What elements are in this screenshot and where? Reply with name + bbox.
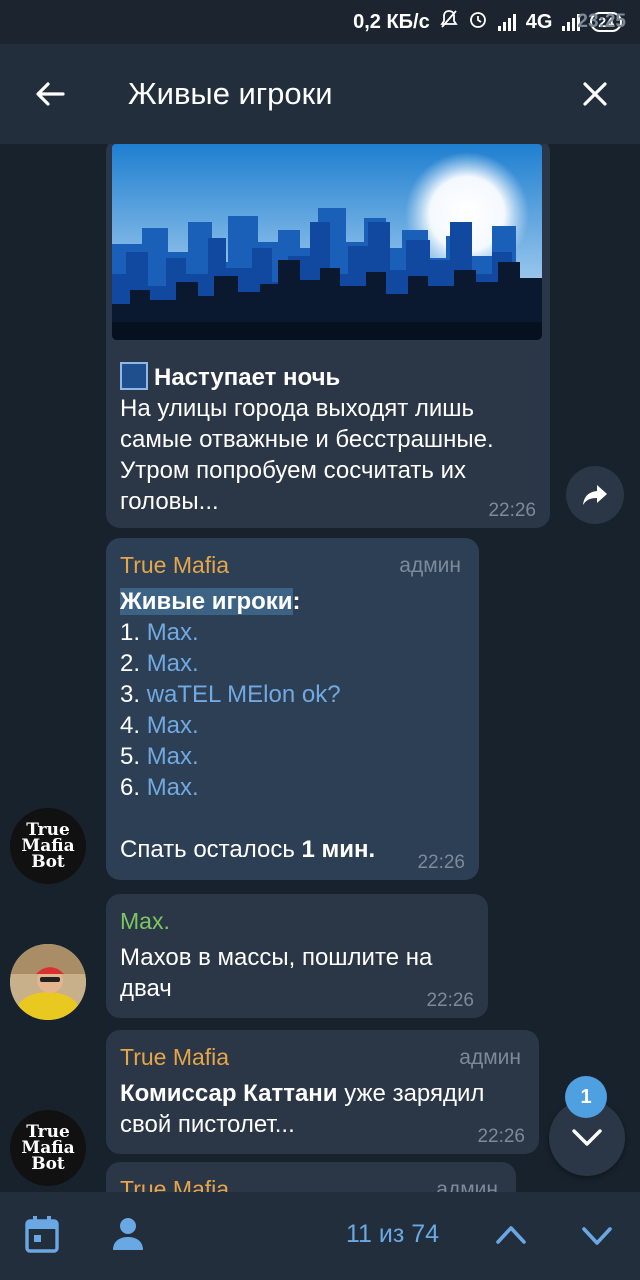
player-number: 3.: [120, 681, 141, 708]
filter-user-button[interactable]: [110, 1214, 146, 1259]
message-time: 22:26: [417, 852, 465, 873]
logo-line: Bot: [31, 852, 65, 872]
message-max[interactable]: Max. Махов в массы, пошлите на двач 22:2…: [106, 894, 488, 1018]
message-night[interactable]: Наступает ночь На улицы города выходят л…: [106, 144, 550, 528]
night-city-image: [112, 144, 542, 340]
message-players[interactable]: True Mafia админ Живые игроки: 1. Max. 2.…: [106, 538, 479, 880]
calendar-button[interactable]: [24, 1214, 60, 1259]
night-heading: Наступает ночь: [120, 362, 540, 393]
sender-name[interactable]: True Mafia: [120, 1176, 229, 1192]
player-link[interactable]: Max.: [147, 774, 199, 801]
sleep-timer: Спать осталось 1 мин.: [120, 834, 465, 865]
search-result-counter: 11 из 74: [346, 1220, 440, 1248]
search-highlight: Живые игроки: [120, 588, 293, 615]
message-time: 22:26: [426, 990, 474, 1011]
user-avatar[interactable]: [10, 944, 86, 1020]
player-number: 4.: [120, 712, 141, 739]
chevron-down-icon: [572, 1129, 602, 1146]
close-icon: [583, 82, 607, 106]
close-button[interactable]: [550, 44, 640, 144]
player-link[interactable]: Max.: [147, 619, 199, 646]
mute-icon: [440, 9, 458, 35]
sender-name[interactable]: True Mafia: [120, 552, 229, 579]
player-number: 6.: [120, 774, 141, 801]
search-header: Живые игроки: [0, 44, 640, 144]
chevron-down-icon: [582, 1227, 612, 1245]
sleep-prefix: Спать осталось: [120, 836, 302, 863]
player-number: 2.: [120, 650, 141, 677]
message-time: 22:26: [477, 1126, 525, 1147]
next-result-button[interactable]: [580, 1224, 614, 1253]
bot-avatar[interactable]: True Mafia Bot: [10, 808, 86, 884]
player-link[interactable]: Max.: [147, 743, 199, 770]
message-text: Махов в массы, пошлите на двач: [120, 944, 433, 1002]
players-title: Живые игроки:: [120, 586, 465, 617]
network-speed: 0,2 КБ/с: [353, 10, 430, 33]
chat-area[interactable]: Наступает ночь На улицы города выходят л…: [0, 144, 640, 1192]
player-row: 4. Max.: [120, 710, 465, 741]
message-time: 22:26: [488, 500, 536, 521]
player-row: 2. Max.: [120, 648, 465, 679]
players-list: 1. Max. 2. Max. 3. waTEL MElon ok? 4. Max. 5…: [120, 617, 465, 803]
search-query[interactable]: Живые игроки: [128, 76, 333, 112]
bot-avatar[interactable]: True Mafia Bot: [10, 1110, 86, 1186]
alarm-icon: [468, 9, 488, 35]
night-body: На улицы города выходят лишь самые отваж…: [120, 395, 494, 515]
status-bar: 23:25 0,2 КБ/с 4G 24: [0, 0, 640, 44]
signal-icon: [497, 13, 516, 31]
network-type: 4G: [525, 10, 553, 33]
search-bottom-bar: 11 из 74: [0, 1192, 640, 1280]
avatar-logo: True Mafia Bot: [21, 1124, 74, 1174]
city-emoji-icon: [120, 362, 148, 390]
user-photo: [10, 944, 86, 1020]
sender-name[interactable]: Max.: [120, 908, 170, 935]
player-link[interactable]: Max.: [147, 650, 199, 677]
bold-role: Комиссар Каттани: [120, 1080, 338, 1107]
message-partial[interactable]: True Mafia админ: [106, 1162, 516, 1192]
status-time: 23:25: [577, 11, 626, 32]
message-text: Комиссар Каттани уже зарядил свой пистол…: [120, 1078, 525, 1140]
person-icon: [113, 1218, 143, 1250]
sleep-value: 1 мин.: [301, 836, 376, 863]
back-arrow-icon: [36, 82, 65, 106]
player-row: 5. Max.: [120, 741, 465, 772]
back-button[interactable]: [0, 44, 100, 144]
admin-label: админ: [459, 1046, 521, 1069]
player-number: 1.: [120, 619, 141, 646]
sender-name[interactable]: True Mafia: [120, 1044, 229, 1071]
message-commissar[interactable]: True Mafia админ Комиссар Каттани уже за…: [106, 1030, 539, 1154]
share-icon: [583, 485, 607, 505]
share-button[interactable]: [566, 466, 624, 524]
unread-badge: 1: [565, 1076, 607, 1118]
logo-line: Bot: [31, 1154, 65, 1174]
avatar-logo: True Mafia Bot: [21, 822, 74, 872]
player-link[interactable]: waTEL MElon ok?: [147, 681, 341, 708]
player-number: 5.: [120, 743, 141, 770]
night-heading-text: Наступает ночь: [154, 364, 341, 391]
player-link[interactable]: Max.: [147, 712, 199, 739]
players-title-colon: :: [292, 588, 301, 615]
admin-label: админ: [399, 554, 461, 577]
player-row: 6. Max.: [120, 772, 465, 803]
player-row: 1. Max.: [120, 617, 465, 648]
previous-result-button[interactable]: [494, 1222, 528, 1251]
chevron-up-icon: [496, 1226, 526, 1244]
calendar-icon: [25, 1216, 59, 1253]
admin-label: админ: [436, 1178, 498, 1192]
player-row: 3. waTEL MElon ok?: [120, 679, 465, 710]
